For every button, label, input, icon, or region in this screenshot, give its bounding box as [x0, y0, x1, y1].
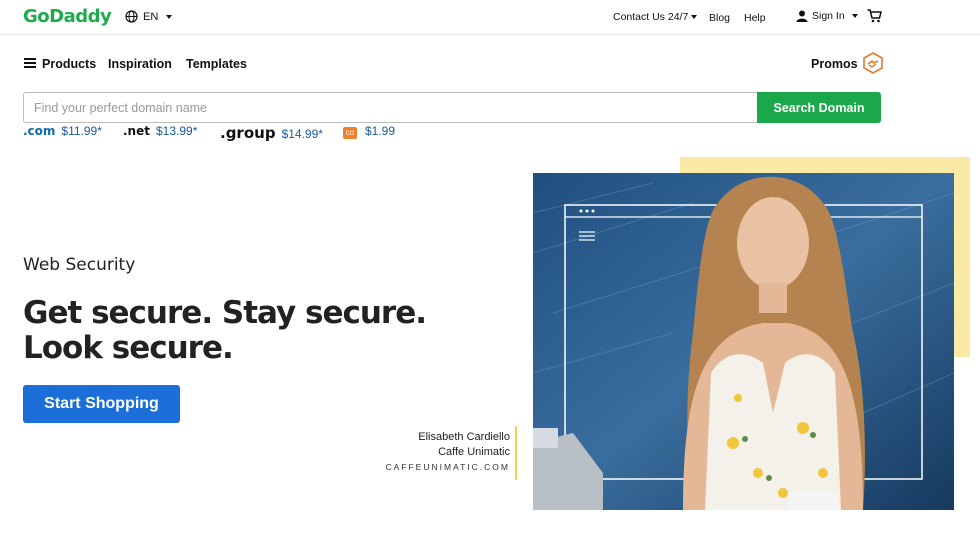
sign-in-menu[interactable]: Sign In: [796, 10, 858, 22]
user-icon: [796, 10, 808, 22]
promos-link[interactable]: Promos: [811, 57, 858, 71]
cart-button[interactable]: [867, 9, 882, 28]
hero-photo: [533, 173, 954, 510]
language-label: EN: [143, 10, 159, 23]
hamburger-icon[interactable]: [24, 58, 36, 68]
nav-products[interactable]: Products: [42, 57, 96, 71]
tld-co-offer[interactable]: co $1.99: [343, 124, 395, 139]
chevron-down-icon: [691, 15, 698, 19]
godaddy-logo[interactable]: GoDaddy: [23, 6, 112, 27]
tld-extension: .group: [220, 124, 276, 142]
sign-in-label: Sign In: [812, 10, 845, 22]
tld-price: $1.99: [365, 124, 396, 138]
tld-com-offer[interactable]: .com $11.99*: [23, 124, 102, 138]
hero-headline-line2: Look secure.: [23, 330, 234, 366]
nav-templates[interactable]: Templates: [186, 57, 247, 71]
tld-co-icon: co: [343, 127, 357, 139]
cart-icon: [867, 9, 882, 23]
nav-inspiration[interactable]: Inspiration: [108, 57, 172, 71]
tld-net-offer[interactable]: .net $13.99*: [123, 124, 197, 138]
chevron-down-icon: [851, 14, 858, 18]
contact-us-menu[interactable]: Contact Us 24/7: [613, 11, 698, 23]
caption-name: Elisabeth Cardiello: [418, 431, 510, 443]
start-shopping-button[interactable]: Start Shopping: [23, 385, 180, 423]
hero-headline-line1: Get secure. Stay secure.: [23, 295, 427, 331]
caption-site: CAFFEUNIMATIC.COM: [385, 462, 510, 472]
top-bar: GoDaddy EN Contact Us 24/7 Blog Help Sig…: [0, 0, 980, 35]
globe-icon: [125, 10, 138, 23]
caption-accent-bar: [515, 426, 517, 480]
search-placeholder: Find your perfect domain name: [34, 100, 208, 115]
photo-caption: Elisabeth Cardiello Caffe Unimatic CAFFE…: [380, 430, 510, 475]
hero-headline: Get secure. Stay secure. Look secure.: [23, 296, 443, 366]
handshake-badge-icon[interactable]: [862, 52, 884, 74]
search-domain-button[interactable]: Search Domain: [757, 92, 881, 123]
domain-search-input[interactable]: Find your perfect domain name: [23, 92, 757, 123]
blog-link[interactable]: Blog: [709, 12, 730, 24]
caption-company: Caffe Unimatic: [438, 446, 510, 458]
hero-eyebrow: Web Security: [23, 255, 136, 275]
tld-price: $14.99*: [281, 127, 323, 141]
tld-price: $13.99*: [155, 124, 198, 138]
tld-extension: .net: [123, 124, 150, 138]
chevron-down-icon: [166, 14, 173, 19]
tld-price: $11.99*: [61, 124, 102, 138]
contact-us-label: Contact Us 24/7: [613, 11, 689, 23]
tld-group-offer[interactable]: .group $14.99*: [220, 124, 323, 142]
tld-extension: .com: [23, 124, 56, 138]
language-selector[interactable]: EN: [125, 10, 173, 23]
help-link[interactable]: Help: [744, 12, 766, 24]
